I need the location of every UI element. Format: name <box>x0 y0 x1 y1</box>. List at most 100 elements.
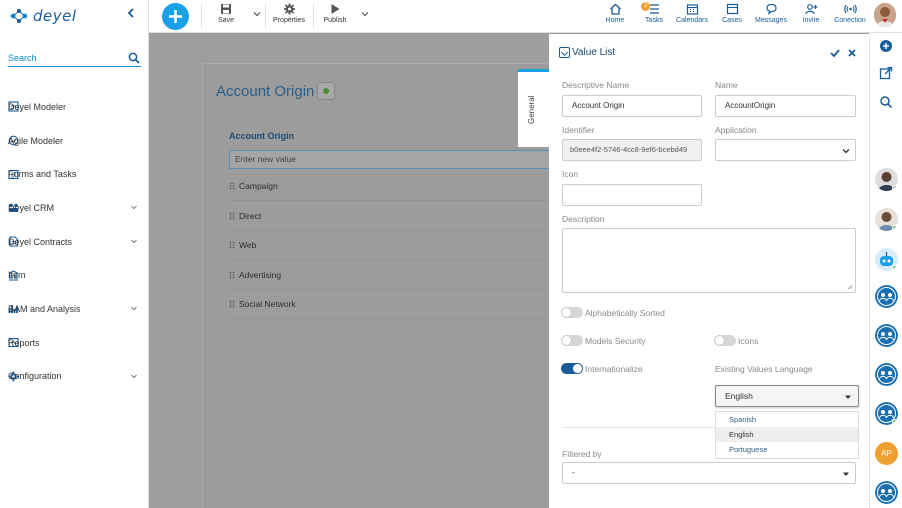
descriptive-name-label: Descriptive Name <box>562 80 630 90</box>
list-item[interactable]: Direct <box>229 202 559 231</box>
description-textarea[interactable] <box>562 228 856 293</box>
cases-label: Cases <box>722 17 742 24</box>
group-icon <box>875 481 898 504</box>
right-rail: AP <box>869 33 902 508</box>
deyel-logo[interactable]: deyel <box>8 6 77 26</box>
user-photo-icon <box>874 3 896 27</box>
status-indicator[interactable] <box>317 82 335 100</box>
language-option[interactable]: Spanish <box>716 412 858 427</box>
language-option[interactable]: English <box>716 427 858 442</box>
name-field[interactable]: AccountOrigin <box>715 95 856 117</box>
list-item[interactable]: Campaign <box>229 172 559 201</box>
group-avatar[interactable] <box>875 402 898 425</box>
group-icon <box>875 285 898 308</box>
messages-label: Messages <box>755 17 787 24</box>
plus-icon <box>169 10 182 23</box>
conection-button[interactable]: Conection <box>833 3 867 30</box>
add-chat-icon[interactable] <box>879 39 893 53</box>
language-dropdown-menu: Spanish English Portuguese <box>715 411 859 459</box>
drag-handle-icon[interactable] <box>229 271 235 279</box>
online-status-icon <box>892 419 898 425</box>
chevron-down-icon[interactable] <box>130 237 138 245</box>
close-icon[interactable] <box>847 48 857 58</box>
user-avatar[interactable] <box>874 3 896 27</box>
search-icon[interactable] <box>879 95 893 109</box>
icons-toggle[interactable] <box>714 335 736 346</box>
save-dropdown-icon[interactable] <box>253 10 261 18</box>
tasks-button[interactable]: Tasks 2 <box>641 2 667 30</box>
sidebar-item-forms-and-tasks[interactable]: Forms and Tasks <box>0 157 148 191</box>
group-avatar[interactable] <box>875 324 898 347</box>
cases-button[interactable]: Cases <box>719 3 745 30</box>
filtered-by-value: - <box>572 468 575 477</box>
invite-button[interactable]: Invite <box>799 3 823 30</box>
drag-handle-icon[interactable] <box>229 300 235 308</box>
properties-button[interactable]: Properties <box>269 3 309 30</box>
tasks-label: Tasks <box>645 17 663 24</box>
search-icon[interactable] <box>128 52 140 64</box>
panel-header: Value List <box>559 47 615 58</box>
language-select[interactable]: English <box>715 385 859 407</box>
list-item-label: Direct <box>239 210 262 221</box>
sidebar-item-bam-and-analysis[interactable]: BAM and Analysis <box>0 292 148 326</box>
collapse-sidebar-button[interactable] <box>125 7 137 21</box>
list-item-label: Advertising <box>239 269 282 280</box>
language-value: English <box>725 391 753 401</box>
collapse-panel-icon[interactable] <box>559 47 570 58</box>
calendars-button[interactable]: Calendars <box>675 3 709 30</box>
topbar: Save Properties Publish Home Tasks 2 Cal… <box>149 0 902 33</box>
sidebar-item-deyel-crm[interactable]: Deyel CRM <box>0 191 148 225</box>
sidebar-item-deyel-modeler[interactable]: Deyel Modeler <box>0 90 148 124</box>
alphabetically-sorted-toggle[interactable] <box>561 307 583 318</box>
home-button[interactable]: Home <box>603 3 627 30</box>
group-avatar[interactable] <box>875 481 898 504</box>
contact-avatar[interactable] <box>875 168 898 191</box>
tab-general[interactable]: General <box>518 69 549 147</box>
sidebar-item-configuration[interactable]: Configuration <box>0 360 148 394</box>
chevron-down-icon[interactable] <box>130 203 138 211</box>
calendars-label: Calendars <box>676 17 708 24</box>
drag-handle-icon[interactable] <box>229 182 235 190</box>
drag-handle-icon[interactable] <box>229 212 235 220</box>
user-initials-avatar[interactable]: AP <box>875 442 898 465</box>
sidebar-item-deyel-contracts[interactable]: Deyel Contracts <box>0 225 148 259</box>
invite-label: Invite <box>802 17 820 24</box>
offline-status-icon <box>892 185 898 191</box>
resize-handle-icon[interactable] <box>847 284 853 290</box>
sidebar-item-item[interactable]: Item <box>0 258 148 292</box>
filtered-by-select[interactable]: - <box>562 462 856 484</box>
publish-dropdown-icon[interactable] <box>361 10 369 18</box>
icon-field[interactable] <box>562 184 702 206</box>
list-item[interactable]: Web <box>229 231 559 260</box>
chevron-down-icon[interactable] <box>130 372 138 380</box>
internationalize-toggle[interactable] <box>561 363 583 374</box>
group-icon <box>875 324 898 347</box>
new-value-input[interactable]: Enter new value <box>229 150 569 169</box>
search-input[interactable] <box>8 51 118 65</box>
user-initials: AP <box>881 449 892 458</box>
bot-avatar[interactable] <box>875 248 898 271</box>
confirm-check-icon[interactable] <box>830 48 840 58</box>
application-select[interactable] <box>715 139 856 161</box>
play-icon <box>331 4 340 14</box>
descriptive-name-field[interactable]: Account Origin <box>562 95 702 117</box>
chevron-down-icon[interactable] <box>130 304 138 312</box>
group-avatar[interactable] <box>875 285 898 308</box>
online-status-icon <box>892 265 898 271</box>
gear-icon <box>283 3 295 15</box>
group-avatar[interactable] <box>875 363 898 386</box>
publish-button[interactable]: Publish <box>319 3 351 30</box>
messages-button[interactable]: Messages <box>753 3 789 30</box>
contact-avatar[interactable] <box>875 208 898 231</box>
sidebar-item-reports[interactable]: Reports <box>0 326 148 360</box>
list-item[interactable]: Social Network <box>229 290 559 319</box>
open-external-icon[interactable] <box>879 66 893 80</box>
add-button[interactable] <box>162 3 189 30</box>
models-security-toggle[interactable] <box>561 335 583 346</box>
save-button[interactable]: Save <box>211 3 241 30</box>
sidebar-item-agile-modeler[interactable]: Agile Modeler <box>0 124 148 158</box>
language-option[interactable]: Portuguese <box>716 442 858 457</box>
value-list-card: Account Origin Account Origin Enter new … <box>202 63 569 508</box>
list-item[interactable]: Advertising <box>229 261 559 290</box>
drag-handle-icon[interactable] <box>229 241 235 249</box>
